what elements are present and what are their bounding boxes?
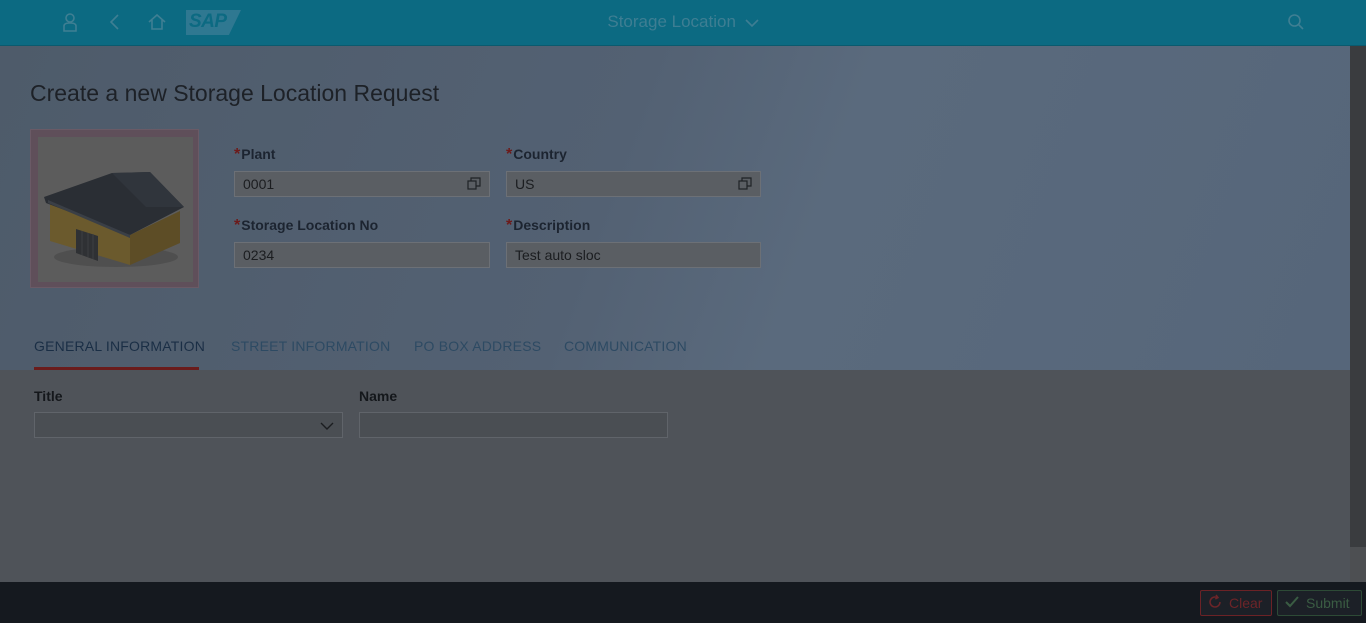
plant-value: 0001: [243, 176, 275, 192]
required-marker: *: [234, 217, 241, 234]
tab-po-box-address[interactable]: PO BOX ADDRESS: [414, 338, 541, 354]
storage-location-no-input[interactable]: 0234: [234, 242, 490, 268]
required-marker: *: [506, 146, 513, 163]
clear-button[interactable]: Clear: [1200, 590, 1272, 616]
tab-general-information[interactable]: GENERAL INFORMATION: [34, 338, 205, 354]
checkmark-icon: [1284, 595, 1300, 612]
app-title[interactable]: Storage Location: [0, 12, 1366, 33]
value-help-icon[interactable]: [467, 177, 481, 193]
scrollbar-thumb[interactable]: [1350, 46, 1366, 547]
country-label: *Country: [506, 146, 567, 163]
tab-communication[interactable]: COMMUNICATION: [564, 338, 687, 354]
storage-location-no-value: 0234: [243, 247, 275, 263]
description-label: *Description: [506, 217, 591, 234]
refresh-icon: [1207, 594, 1223, 613]
warehouse-image: [38, 137, 193, 282]
description-input[interactable]: Test auto sloc: [506, 242, 761, 268]
value-help-icon[interactable]: [738, 177, 752, 193]
shell-header: SAP Storage Location: [0, 0, 1366, 46]
description-value: Test auto sloc: [515, 247, 601, 263]
search-icon[interactable]: [1284, 10, 1308, 34]
chevron-down-icon[interactable]: [320, 419, 334, 437]
chevron-down-icon: [745, 13, 759, 33]
footer-toolbar: Clear Submit: [0, 582, 1366, 623]
plant-input[interactable]: 0001: [234, 171, 490, 197]
title-label: Title: [34, 388, 63, 404]
tab-street-information[interactable]: STREET INFORMATION: [231, 338, 390, 354]
clear-button-label: Clear: [1229, 595, 1263, 611]
name-input[interactable]: [359, 412, 668, 438]
storage-image-frame: [30, 129, 199, 288]
app-title-text: Storage Location: [607, 12, 736, 31]
name-label: Name: [359, 388, 398, 404]
country-value: US: [515, 176, 535, 192]
title-select[interactable]: [34, 412, 343, 438]
country-input[interactable]: US: [506, 171, 761, 197]
required-marker: *: [506, 217, 513, 234]
submit-button[interactable]: Submit: [1277, 590, 1362, 616]
object-header: Create a new Storage Location Request *P…: [0, 46, 1350, 370]
submit-button-label: Submit: [1306, 595, 1350, 611]
storage-location-no-label: *Storage Location No: [234, 217, 379, 234]
page-title: Create a new Storage Location Request: [30, 80, 440, 106]
plant-label: *Plant: [234, 146, 276, 163]
general-information-panel: Title Name: [0, 370, 1350, 582]
required-marker: *: [234, 146, 241, 163]
